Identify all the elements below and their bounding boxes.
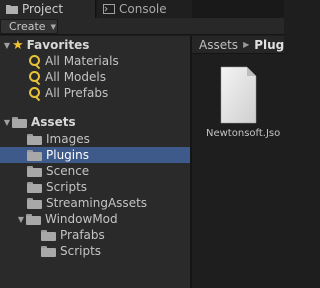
tab-project-label: Project [22,2,64,16]
folder-icon [41,229,56,241]
assets-label: Assets [31,115,76,129]
tree-item-label: All Materials [45,54,119,68]
folder-icon [41,245,56,257]
tree-item-all-materials[interactable]: All Materials [0,53,190,69]
tab-bar: Project Console [0,0,284,18]
tree-item-label: WindowMod [45,212,118,226]
tree-item-windowmod-scripts[interactable]: Scripts [0,243,190,259]
toolbar: Create ▼ [0,18,284,35]
tree-item-label: All Prefabs [45,86,109,100]
expand-arrow-icon[interactable]: ▼ [2,37,12,53]
breadcrumb-assets[interactable]: Assets [199,38,238,52]
search-icon [28,86,41,100]
tree-item-label: All Models [45,70,106,84]
tree-item-label: Scripts [46,180,88,194]
tree-item-images[interactable]: Images [0,131,190,147]
tree-item-scence[interactable]: Scence [0,163,190,179]
expand-arrow-icon[interactable]: ▼ [2,114,12,130]
tree-item-windowmod[interactable]: ▼ WindowMod [0,211,190,227]
tab-project[interactable]: Project [0,0,96,18]
tree-item-all-prefabs[interactable]: All Prefabs [0,85,190,101]
create-label: Create [9,20,46,33]
breadcrumb-plugins[interactable]: Plugins [254,38,284,52]
chevron-down-icon: ▼ [50,22,56,31]
asset-item-name: Newtonsoft.Json [206,128,280,139]
expand-arrow-icon[interactable]: ▼ [16,211,26,227]
folder-icon [12,116,27,128]
folder-icon [27,149,42,161]
folder-icon [27,181,42,193]
star-icon: ★ [12,37,24,53]
folder-icon [27,133,42,145]
asset-item[interactable]: Newtonsoft.Json [200,66,280,146]
tree-item-all-models[interactable]: All Models [0,69,190,85]
tree-item-plugins[interactable]: Plugins [0,147,190,163]
tree-item-label: Prafabs [60,228,105,242]
tab-console-label: Console [119,2,167,16]
tree-item-assets[interactable]: ▼ Assets [0,114,190,130]
favorites-label: Favorites [26,38,90,52]
folder-icon [27,165,42,177]
tree-item-label: Images [46,132,90,146]
folder-icon [26,213,41,225]
folder-icon [6,3,18,15]
breadcrumb-separator-icon: ▶ [243,40,250,49]
tree-item-label: Scence [46,164,90,178]
tree-item-label: Plugins [46,148,89,162]
tree-item-label: StreamingAssets [46,196,148,210]
document-icon [220,66,257,124]
tree-item-scripts[interactable]: Scripts [0,179,190,195]
asset-browser: Assets ▶ Plugins Newtonsoft.Json [192,36,284,288]
tree-item-streamingassets[interactable]: StreamingAssets [0,195,190,211]
tree-item-label: Scripts [60,244,102,258]
tree-item-prafabs[interactable]: Prafabs [0,227,190,243]
breadcrumb: Assets ▶ Plugins [192,36,284,54]
tab-console[interactable]: Console [97,0,192,18]
folder-icon [27,197,42,209]
search-icon [28,54,41,68]
create-dropdown-button[interactable]: Create ▼ [0,19,58,34]
folder-tree: ▼ ★ Favorites All Materials All Models A… [0,36,190,288]
tree-item-favorites[interactable]: ▼ ★ Favorites [0,37,190,53]
search-icon [28,70,41,84]
console-icon [103,3,115,15]
